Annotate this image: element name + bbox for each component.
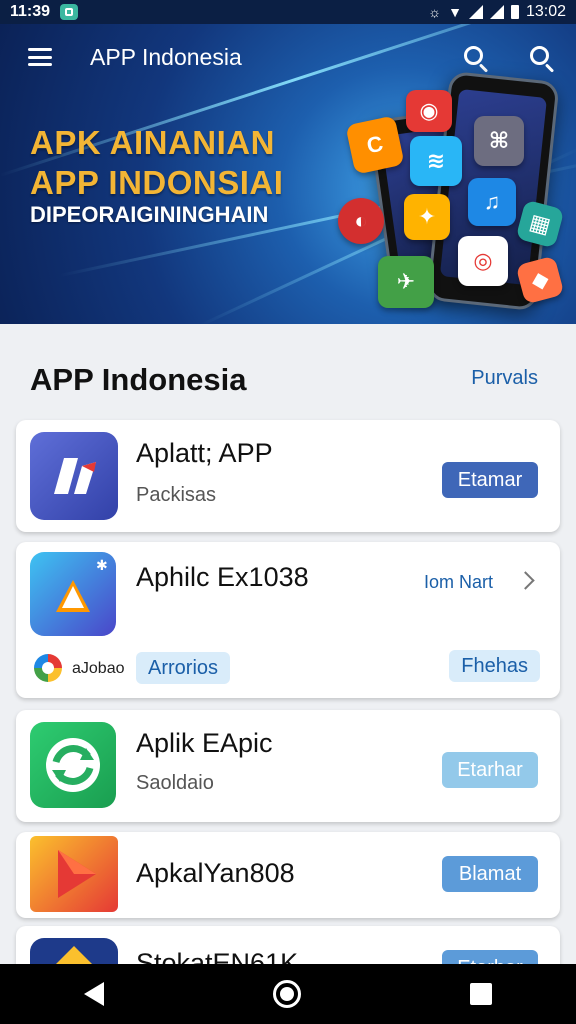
alarm-icon: ☼ [428, 4, 442, 20]
svg-text:✱: ✱ [96, 558, 108, 574]
music-glyph: ♫ [483, 189, 501, 214]
app-list-section: APP Indonesia Purvals Aplatt; APP Packis… [0, 340, 576, 964]
app-tile-icon: ≋ [410, 136, 462, 186]
app-subtitle: Packisas [136, 484, 217, 506]
app-tile-icon: ◐ [338, 198, 384, 244]
install-button[interactable]: Blamat [442, 856, 538, 892]
app-card[interactable]: Aplik EApic Saoldaio Etarhar [16, 710, 560, 822]
app-name: Aplatt; APP [136, 438, 273, 468]
signal-icon [468, 5, 483, 19]
app-logo-icon: ✱ [56, 558, 108, 612]
app-card[interactable]: ✱ Aphilc Ex1038 Iom Nart aJobao Arrorios… [16, 542, 560, 698]
status-icons: ☼ ▼ 13:02 [428, 3, 566, 21]
search-icon-2[interactable] [530, 46, 556, 73]
status-bar: 11:39 ☼ ▼ 13:02 [0, 0, 576, 24]
category-chip[interactable]: Arrorios [136, 652, 231, 684]
tile-glyph: ◎ [473, 248, 493, 273]
section-title: APP Indonesia [30, 362, 247, 397]
app-icon [30, 938, 118, 964]
menu-icon[interactable] [28, 48, 52, 66]
publisher-name: aJobao [72, 660, 125, 677]
publisher-logo-icon [34, 654, 62, 682]
signal-icon-2 [489, 5, 504, 19]
wifi-icon: ▼ [448, 4, 462, 20]
app-icon: ✱ [30, 552, 116, 636]
app-tile-icon: C [345, 115, 405, 175]
status-time: 11:39 [10, 3, 51, 20]
detail-link[interactable]: Iom Nart [424, 572, 493, 593]
app-tile-icon: ◎ [458, 236, 508, 286]
install-button[interactable]: Etarhar [442, 752, 538, 788]
app-name: Aplik EApic [136, 728, 273, 758]
app-title: APP Indonesia [90, 44, 242, 70]
back-icon[interactable] [84, 982, 105, 1006]
app-logo-icon [54, 458, 96, 494]
home-icon[interactable] [272, 980, 301, 1008]
app-card[interactable]: ApkalYan808 Blamat [16, 832, 560, 918]
app-icon [30, 432, 118, 520]
install-button[interactable]: Etamar [442, 462, 538, 498]
music-tile-icon: ♫ [468, 178, 516, 226]
app-subtitle: Saoldaio [136, 772, 214, 794]
install-button[interactable]: Etarhar [442, 950, 538, 964]
banner-headline-2: APP INDONSIAI [30, 164, 284, 201]
app-tile-icon: ◉ [406, 90, 452, 132]
banner-headline-1: APK AINANIAN [30, 124, 275, 161]
status-time-right: 13:02 [525, 3, 566, 20]
banner-subline: DIPEORAIGININGHAIN [30, 202, 269, 227]
app-card[interactable]: StokatEN61K Etarhar [16, 926, 560, 964]
see-all-link[interactable]: Purvals [471, 367, 538, 390]
chevron-right-icon[interactable] [516, 571, 535, 590]
sync-icon [46, 738, 100, 792]
notification-icon [60, 4, 79, 20]
app-name: ApkalYan808 [136, 858, 295, 888]
app-name: Aphilc Ex1038 [136, 562, 309, 592]
recent-apps-icon[interactable] [469, 983, 492, 1005]
app-logo-icon [56, 946, 92, 964]
hero-banner: APP Indonesia APK AINANIAN APP INDONSIAI… [0, 24, 576, 324]
app-card[interactable]: Aplatt; APP Packisas Etamar [16, 420, 560, 532]
app-name: StokatEN61K [136, 948, 299, 964]
app-tile-icon: ✦ [404, 194, 450, 240]
app-icon [30, 836, 118, 912]
feature-chip[interactable]: Fhehas [449, 650, 540, 682]
app-tile-icon: ⌘ [474, 116, 524, 166]
battery-icon [510, 5, 519, 19]
system-nav-bar [0, 964, 576, 1024]
play-icon [58, 850, 96, 898]
app-tile-icon: ✈ [378, 256, 434, 308]
search-icon[interactable] [464, 46, 490, 73]
app-icon [30, 722, 116, 808]
